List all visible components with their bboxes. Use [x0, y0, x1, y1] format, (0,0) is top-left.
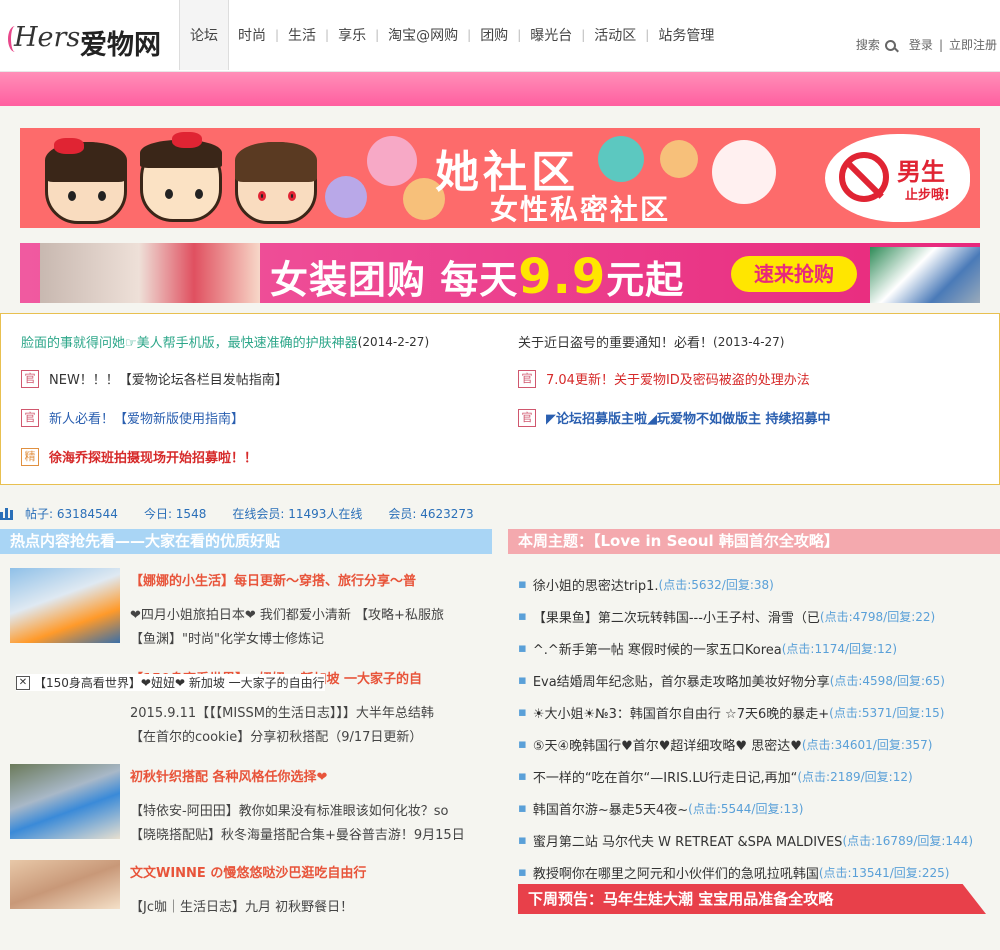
- bow-icon: [54, 138, 84, 154]
- groupbuy-banner[interactable]: 女装团购 每天9.9元起 速来抢购: [20, 243, 980, 303]
- weekly-theme-list: ▪ 徐小姐的思密达trip1. (点击:5632/回复:38) ▪ 【果果鱼】第二次玩…: [518, 568, 998, 888]
- nav-forum[interactable]: 论坛: [179, 0, 229, 70]
- login-link[interactable]: 登录: [909, 36, 933, 53]
- list-item[interactable]: ▪ 教授啊你在哪里之阿元和小伙伴们的急吼拉吼韩国 (点击:13541/回复:225): [518, 856, 998, 888]
- post-link[interactable]: ❤四月小姐旅拍日本❤ 我们都爱小清新 【攻略+私服旅: [130, 604, 444, 623]
- weekly-theme-heading: 本周主题：【Love in Seoul 韩国首尔全攻略】: [508, 529, 1000, 554]
- prohibited-sign-icon: [839, 152, 889, 202]
- lingerie-icon: [598, 136, 644, 182]
- announcement-item[interactable]: 官 7.04更新！关于爱物ID及密码被盗的处理办法: [518, 369, 810, 388]
- nav-exposure[interactable]: 曝光台: [521, 0, 581, 70]
- post-thumbnail[interactable]: [10, 568, 120, 643]
- cartoon-face-icon: [140, 140, 222, 222]
- hot-post[interactable]: 文文WINNE の慢悠悠哒沙巴逛吃自由行 【Jc咖｜生活日志】九月 初秋野餐日！: [10, 860, 490, 950]
- post-thumbnail[interactable]: [10, 764, 120, 839]
- search-link[interactable]: 搜索: [853, 36, 896, 53]
- list-item[interactable]: ▪ 【果果鱼】第二次玩转韩国---小王子村、滑雪（已 (点击:4798/回复:22): [518, 600, 998, 632]
- badge-title: 男生: [897, 158, 945, 186]
- list-item[interactable]: ▪ 不一样的“吃在首尔“—IRIS.LU行走日记,再加“ (点击:2189/回复:1…: [518, 760, 998, 792]
- official-tag: 官: [518, 369, 536, 388]
- official-tag: 官: [21, 369, 39, 388]
- post-link[interactable]: 【晓晓搭配贴】秋冬海量搭配合集+曼谷普吉游！9月15日: [130, 824, 465, 843]
- logo-script: Hers: [14, 22, 81, 53]
- gingerbread-icon: [325, 176, 367, 218]
- post-title[interactable]: 文文WINNE の慢悠悠哒沙巴逛吃自由行: [130, 862, 366, 881]
- no-men-badge: 男生 止步哦!: [825, 134, 970, 222]
- next-week-preview[interactable]: 下周预告：马年生娃大潮 宝宝用品准备全攻略: [518, 884, 986, 914]
- announcement-item[interactable]: 精徐海乔探班拍摄现场开始招募啦！！: [21, 447, 257, 466]
- post-link[interactable]: 2015.9.11【【【MISSM的生活日志】】】大半年总结韩: [130, 702, 434, 721]
- shoes-photo: [870, 247, 980, 303]
- hot-post[interactable]: 初秋针织搭配 各种风格任你选择❤ 【特依安-阿田田】教你如果没有标准眼该如何化妆…: [10, 764, 490, 854]
- forum-stats: 帖子: 63184544 今日: 1548 在线会员: 11493人在线 会员:…: [0, 505, 500, 522]
- broken-image[interactable]: ✕ 【150身高看世界】❤妞妞❤ 新加坡 一大家子的自由行: [16, 674, 325, 691]
- community-banner[interactable]: 她社区 女性私密社区 男生 止步哦!: [20, 128, 980, 228]
- list-item[interactable]: ▪ 徐小姐的思密达trip1. (点击:5632/回复:38): [518, 568, 998, 600]
- stat-today: 今日: 1548: [143, 507, 207, 521]
- post-link[interactable]: 【特依安-阿田田】教你如果没有标准眼该如何化妆？so: [130, 800, 448, 819]
- search-icon: [884, 40, 896, 51]
- list-item[interactable]: ▪ 韩国首尔游~暴走5天4夜~ (点击:5544/回复:13): [518, 792, 998, 824]
- register-link[interactable]: 立即注册: [949, 36, 997, 53]
- stat-online[interactable]: 在线会员: 11493人在线: [232, 505, 362, 522]
- badge-subtitle: 止步哦!: [905, 188, 950, 203]
- user-links: 搜索 登录 | 立即注册: [850, 36, 1000, 53]
- site-logo[interactable]: Hers 爱物网: [8, 20, 173, 61]
- announcement-item[interactable]: 脸面的事就得问她☞美人帮手机版，最快速准确的护肤神器 (2014-2-27): [21, 332, 429, 352]
- nav-fashion[interactable]: 时尚: [229, 0, 275, 70]
- pink-subbar: [0, 72, 1000, 106]
- nav-events[interactable]: 活动区: [585, 0, 645, 70]
- stat-members: 会员: 4623273: [388, 507, 474, 521]
- nav-groupbuy[interactable]: 团购: [471, 0, 517, 70]
- post-title[interactable]: 初秋针织搭配 各种风格任你选择❤: [130, 766, 327, 785]
- link-divider: |: [938, 37, 943, 52]
- post-link[interactable]: 【Jc咖｜生活日志】九月 初秋野餐日！: [130, 896, 353, 915]
- announcement-item[interactable]: 关于近日盗号的重要通知！必看！ (2013-4-27): [518, 332, 784, 352]
- post-title[interactable]: 【娜娜的小生活】每日更新～穿搭、旅行分享～普: [130, 570, 416, 589]
- groupbuy-title: 女装团购 每天9.9元起: [270, 249, 685, 303]
- logo-text: 爱物网: [80, 30, 161, 61]
- models-photo: [40, 243, 260, 303]
- official-tag: 官: [21, 408, 39, 427]
- list-item[interactable]: ▪ ^.^新手第一帖 寒假时候的一家五口Korea (点击:1174/回复:12): [518, 632, 998, 664]
- buy-now-button[interactable]: 速来抢购: [731, 256, 857, 292]
- nav-enjoy[interactable]: 享乐: [329, 0, 375, 70]
- announcement-box: 脸面的事就得问她☞美人帮手机版，最快速准确的护肤神器 (2014-2-27) 官N…: [0, 313, 1000, 485]
- cartoon-face-icon: [45, 142, 127, 224]
- featured-tag: 精: [21, 447, 39, 466]
- bar-chart-icon: [0, 507, 13, 520]
- hot-post[interactable]: 【娜娜的小生活】每日更新～穿搭、旅行分享～普 ❤四月小姐旅拍日本❤ 我们都爱小清…: [10, 568, 490, 658]
- broken-image-icon: ✕: [16, 675, 30, 690]
- announcement-item[interactable]: 官新人必看！【爱物新版使用指南】: [21, 408, 244, 427]
- stat-posts: 帖子: 63184544: [25, 507, 118, 521]
- post-link[interactable]: 【在首尔的cookie】分享初秋搭配（9/17日更新）: [130, 726, 422, 745]
- list-item[interactable]: ▪ ⑤天④晚韩国行♥首尔♥超详细攻略♥ 思密达♥ (点击:34601/回复:357): [518, 728, 998, 760]
- banner-subtitle: 女性私密社区: [490, 193, 671, 226]
- main-nav: 论坛 时尚 | 生活 | 享乐 | 淘宝@网购 | 团购 | 曝光台 | 活动区…: [179, 0, 723, 70]
- ticket-icon: [660, 140, 698, 178]
- post-thumbnail[interactable]: [10, 860, 120, 909]
- official-tag: 官: [518, 408, 536, 427]
- post-link[interactable]: 【鱼渊】"时尚"化学女博士修炼记: [130, 628, 324, 647]
- announcement-item[interactable]: 官 ◤论坛招募版主啦◢玩爱物不如做版主 持续招募中: [518, 408, 831, 427]
- list-item[interactable]: ▪ Eva结婚周年纪念贴，首尔暴走攻略加美妆好物分享 (点击:4598/回复:65): [518, 664, 998, 696]
- yoga-icon: [367, 136, 417, 186]
- camera-icon: [712, 140, 776, 204]
- site-header: Hers 爱物网 论坛 时尚 | 生活 | 享乐 | 淘宝@网购 | 团购 | …: [0, 0, 1000, 72]
- nav-life[interactable]: 生活: [279, 0, 325, 70]
- hot-post[interactable]: 【150身高看世界】❤妞妞❤ 新加坡 一大家子的自 ✕【150身高看世界】❤妞妞…: [10, 666, 490, 756]
- hot-section-heading: 热点内容抢先看——大家在看的优质好贴: [0, 529, 492, 554]
- list-item[interactable]: ▪ ☀大小姐☀№3：韩国首尔自由行 ☆7天6晚的暴走+ (点击:5371/回复:15…: [518, 696, 998, 728]
- bow-icon: [172, 132, 202, 148]
- list-item[interactable]: ▪ 蜜月第二站 马尔代夫 W RETREAT &SPA MALDIVES (点击:1…: [518, 824, 998, 856]
- announcement-item[interactable]: 官 NEW！！！【爱物论坛各栏目发帖指南】: [21, 369, 288, 388]
- cartoon-girls-illustration: [40, 132, 330, 226]
- nav-taobao[interactable]: 淘宝@网购: [379, 0, 467, 70]
- cartoon-face-icon: [235, 142, 317, 224]
- nav-admin[interactable]: 站务管理: [649, 0, 723, 70]
